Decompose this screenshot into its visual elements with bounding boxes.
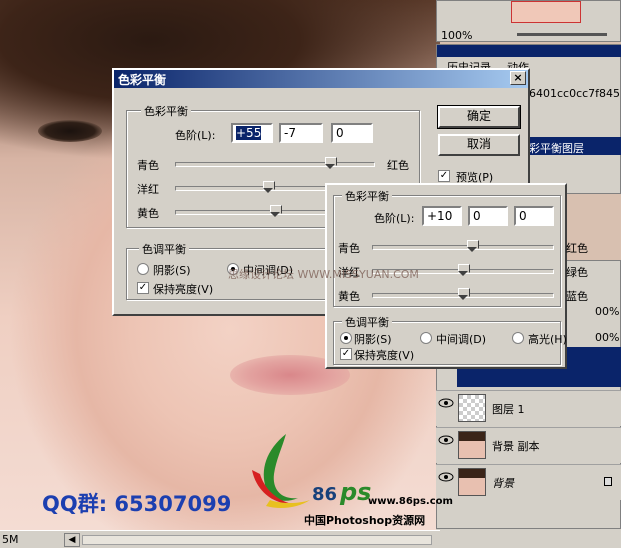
navigator-thumbnail: [511, 1, 581, 23]
fill-value[interactable]: 00%: [595, 331, 619, 344]
level-field-yellow-blue[interactable]: 0: [331, 123, 373, 143]
opacity-value[interactable]: 00%: [595, 305, 619, 318]
slider-track[interactable]: [372, 245, 554, 250]
slider-right-label: 蓝色: [566, 290, 588, 303]
preserve-luminosity-label[interactable]: 保持亮度(V): [153, 281, 213, 297]
slider-left-label: 青色: [137, 159, 159, 172]
status-scrollbar[interactable]: [82, 535, 432, 545]
dialog-titlebar[interactable]: 色彩平衡 ×: [114, 70, 528, 88]
qq-group-text: QQ群: 65307099: [42, 492, 232, 516]
group-title: 色彩平衡: [141, 103, 191, 119]
slider-thumb[interactable]: [458, 264, 470, 276]
radio-label-shadows[interactable]: 阴影(S): [153, 262, 191, 278]
radio-shadows[interactable]: [137, 263, 149, 275]
slider-thumb[interactable]: [467, 240, 480, 252]
level-field-cyan-red[interactable]: +10: [422, 206, 462, 226]
radio-label-highlights[interactable]: 高光(H): [528, 331, 567, 347]
level-field-magenta-green[interactable]: -7: [279, 123, 323, 143]
status-bar: 5M ◀: [0, 530, 440, 548]
layer-row[interactable]: 背景 副本: [436, 427, 621, 463]
layer-thumbnail: [458, 394, 486, 422]
status-size: 5M: [2, 533, 19, 546]
logo-site: www.86ps.com: [368, 496, 453, 507]
slider-left-label: 青色: [338, 242, 360, 255]
group-title: 色调平衡: [139, 241, 189, 257]
history-panel-titlebar: [437, 45, 621, 57]
preserve-luminosity-checkbox[interactable]: ✓: [340, 348, 352, 360]
status-scroll-left[interactable]: ◀: [64, 533, 80, 547]
preserve-luminosity-checkbox[interactable]: ✓: [137, 282, 149, 294]
layer-row[interactable]: 图层 1: [436, 390, 621, 426]
history-active-step-label: 彩平衡图层: [529, 142, 584, 155]
logo-ps: ps: [340, 478, 372, 506]
history-doc-name[interactable]: 6401cc0cc7f845...: [529, 87, 621, 100]
layer-thumbnail: [458, 468, 486, 496]
level-field-magenta-green[interactable]: 0: [468, 206, 508, 226]
radio-label-shadows[interactable]: 阴影(S): [354, 331, 392, 347]
layer-name[interactable]: 图层 1: [492, 401, 525, 417]
slider-right-label: 红色: [387, 159, 409, 172]
radio-shadows[interactable]: [340, 332, 352, 344]
ok-button[interactable]: 确定: [437, 105, 521, 129]
navigator-panel: 100%: [436, 0, 621, 42]
radio-label-midtones[interactable]: 中间调(D): [436, 331, 486, 347]
levels-label: 色阶(L):: [175, 129, 216, 142]
slider-left-label: 洋红: [137, 183, 159, 196]
slider-left-label: 黄色: [338, 290, 360, 303]
logo-swirl-icon: [252, 434, 310, 508]
radio-midtones[interactable]: [420, 332, 432, 344]
slider-left-label: 黄色: [137, 207, 159, 220]
watermark: 思缘设计论坛 WWW.MISSYUAN.COM: [228, 268, 419, 281]
layer-thumbnail: [458, 431, 486, 459]
group-title: 色调平衡: [342, 314, 392, 330]
logo-number: 86: [312, 484, 338, 505]
close-icon[interactable]: ×: [510, 71, 526, 85]
lock-icon: [604, 477, 612, 486]
level-field-cyan-red[interactable]: +55: [231, 123, 273, 143]
cancel-button[interactable]: 取消: [438, 134, 520, 156]
layer-row[interactable]: 背景: [436, 464, 621, 500]
zoom-value[interactable]: 100%: [441, 29, 472, 42]
group-title: 色彩平衡: [342, 188, 392, 204]
color-balance-group: 色彩平衡 色阶(L): +10 0 0 青色 红色 洋红 绿色 黄色 蓝色: [333, 188, 588, 307]
logo-tagline: 中国Photoshop资源网: [304, 514, 426, 527]
level-field-yellow-blue[interactable]: 0: [514, 206, 554, 226]
zoom-slider[interactable]: [517, 33, 607, 36]
slider-thumb[interactable]: [325, 157, 337, 169]
preserve-luminosity-label[interactable]: 保持亮度(V): [354, 347, 414, 363]
slider-thumb[interactable]: [458, 288, 470, 300]
logo: 86 ps www.86ps.com 中国Photoshop资源网: [246, 430, 453, 530]
eye-icon[interactable]: [438, 397, 456, 419]
dialog-title: 色彩平衡: [118, 73, 167, 87]
layer-name[interactable]: 背景: [492, 475, 514, 491]
levels-label: 色阶(L):: [374, 212, 415, 225]
slider-track[interactable]: [175, 162, 375, 167]
slider-thumb[interactable]: [263, 181, 275, 193]
preview-checkbox[interactable]: ✓: [438, 170, 450, 182]
tone-balance-group: 色调平衡 阴影(S) 中间调(D) 高光(H) ✓ 保持亮度(V): [333, 314, 567, 365]
slider-right-label: 绿色: [566, 266, 588, 279]
slider-right-label: 红色: [566, 242, 588, 255]
layer-name[interactable]: 背景 副本: [492, 438, 540, 454]
layers-toolbar: [436, 528, 621, 548]
left-eye: [38, 120, 102, 142]
radio-highlights[interactable]: [512, 332, 524, 344]
slider-thumb[interactable]: [270, 205, 282, 217]
